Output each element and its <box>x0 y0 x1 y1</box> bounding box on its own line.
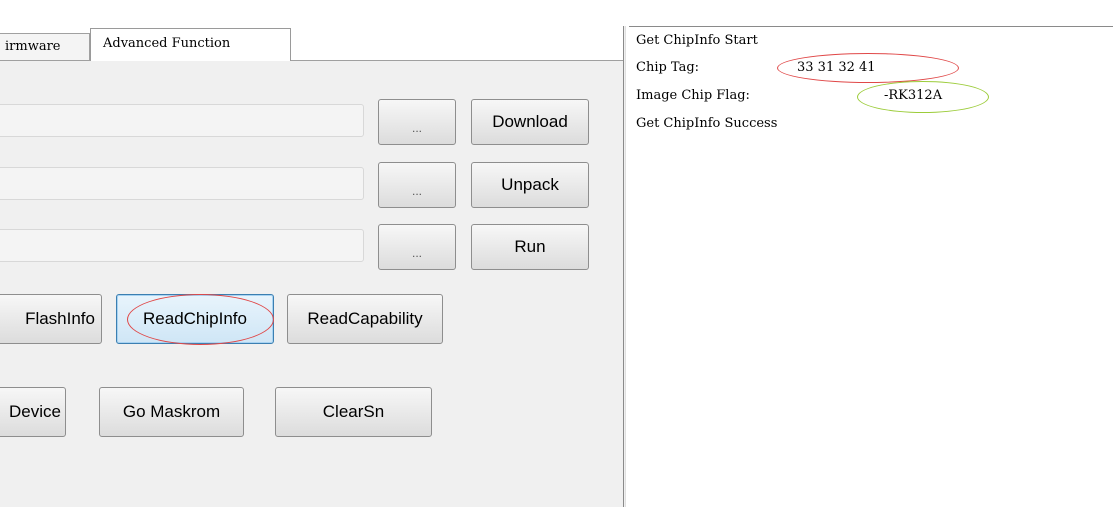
browse-firmware-button[interactable]: ... <box>378 162 456 208</box>
tab-strip: irmware Advanced Function <box>0 0 626 61</box>
browse-run-button[interactable]: ... <box>378 224 456 270</box>
pane-splitter[interactable] <box>623 26 626 507</box>
read-flashinfo-button[interactable]: FlashInfo <box>0 294 102 344</box>
run-path-field[interactable] <box>0 229 364 262</box>
log-chip-tag-value: 33 31 32 41 <box>797 60 876 75</box>
browse-boot-button[interactable]: ... <box>378 99 456 145</box>
run-button[interactable]: Run <box>471 224 589 270</box>
log-image-chip-flag-value: -RK312A <box>884 88 943 103</box>
log-chip-tag-label: Chip Tag: <box>636 60 700 75</box>
log-image-chip-flag-label: Image Chip Flag: <box>636 88 750 103</box>
read-chipinfo-button[interactable]: ReadChipInfo <box>116 294 274 344</box>
log-line-start: Get ChipInfo Start <box>636 33 758 48</box>
go-maskrom-button[interactable]: Go Maskrom <box>99 387 244 437</box>
read-capability-button[interactable]: ReadCapability <box>287 294 443 344</box>
log-line-success: Get ChipInfo Success <box>636 116 778 131</box>
clearsn-button[interactable]: ClearSn <box>275 387 432 437</box>
download-button[interactable]: Download <box>471 99 589 145</box>
tab-advanced-function[interactable]: Advanced Function <box>90 28 291 61</box>
log-output-pane[interactable]: Get ChipInfo Start Chip Tag: 33 31 32 41… <box>629 26 1113 507</box>
advanced-function-panel: ... Download ... Unpack ... Run FlashInf… <box>0 60 626 507</box>
switch-device-button[interactable]: Device <box>0 387 66 437</box>
left-pane: irmware Advanced Function ... Download .… <box>0 0 626 507</box>
tab-upgrade-firmware[interactable]: irmware <box>0 33 90 60</box>
app-window: irmware Advanced Function ... Download .… <box>0 0 1113 507</box>
unpack-button[interactable]: Unpack <box>471 162 589 208</box>
firmware-path-field[interactable] <box>0 167 364 200</box>
boot-path-field[interactable] <box>0 104 364 137</box>
